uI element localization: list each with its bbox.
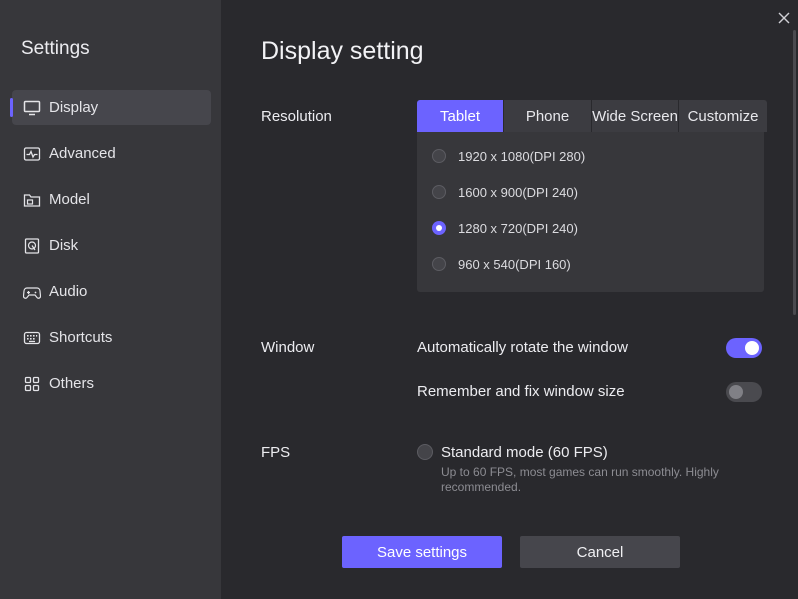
resolution-option-label: 1920 x 1080(DPI 280) xyxy=(458,148,586,164)
sidebar-item-disk[interactable]: Disk xyxy=(12,228,211,263)
sidebar-item-display[interactable]: Display xyxy=(10,90,211,125)
auto-rotate-label: Automatically rotate the window xyxy=(417,339,628,356)
fix-window-size-toggle[interactable] xyxy=(726,382,762,402)
resolution-option[interactable]: 960 x 540(DPI 160) xyxy=(432,254,571,274)
monitor-icon xyxy=(23,99,41,117)
resolution-label: Resolution xyxy=(261,108,332,125)
sidebar-title: Settings xyxy=(21,38,90,59)
fps-description: Up to 60 FPS, most games can run smoothl… xyxy=(441,465,719,494)
fix-window-size-label: Remember and fix window size xyxy=(417,383,625,400)
window-label: Window xyxy=(261,339,315,356)
tab-phone[interactable]: Phone xyxy=(503,100,591,132)
sidebar-item-others[interactable]: Others xyxy=(12,366,211,401)
sidebar-item-audio[interactable]: Audio xyxy=(12,274,211,309)
auto-rotate-toggle[interactable] xyxy=(726,338,762,358)
keyboard-icon xyxy=(23,329,41,347)
radio-button[interactable] xyxy=(432,149,446,163)
cancel-button[interactable]: Cancel xyxy=(520,536,680,568)
fps-option-label: Standard mode (60 FPS) xyxy=(441,443,608,461)
tab-wide-screen[interactable]: Wide Screen xyxy=(591,100,678,132)
sidebar-item-model[interactable]: Model xyxy=(12,182,211,217)
folder-icon xyxy=(23,191,41,209)
radio-button[interactable] xyxy=(417,444,433,460)
scrollbar[interactable] xyxy=(793,30,796,315)
resolution-option[interactable]: 1280 x 720(DPI 240) xyxy=(432,218,578,238)
sidebar-item-label: Others xyxy=(49,375,95,392)
sidebar-item-label: Audio xyxy=(49,283,88,300)
sidebar-item-label: Shortcuts xyxy=(49,329,113,346)
close-icon[interactable] xyxy=(776,10,792,26)
page-title: Display setting xyxy=(261,37,424,65)
sidebar: Settings Display Advanced Model Disk Aud… xyxy=(0,0,221,599)
resolution-option[interactable]: 1920 x 1080(DPI 280) xyxy=(432,146,585,166)
sidebar-item-label: Advanced xyxy=(49,145,116,162)
gamepad-icon xyxy=(23,283,41,301)
disk-icon xyxy=(23,237,41,255)
resolution-option-label: 960 x 540(DPI 160) xyxy=(458,256,571,272)
sidebar-item-label: Model xyxy=(49,191,90,208)
resolution-tabs: Tablet Phone Wide Screen Customize xyxy=(417,100,767,132)
grid-icon xyxy=(23,375,41,393)
radio-button[interactable] xyxy=(432,257,446,271)
save-button[interactable]: Save settings xyxy=(342,536,502,568)
fps-option[interactable]: Standard mode (60 FPS) xyxy=(417,442,608,462)
resolution-option-label: 1600 x 900(DPI 240) xyxy=(458,184,578,200)
toggle-knob xyxy=(745,341,759,355)
tab-customize[interactable]: Customize xyxy=(678,100,767,132)
radio-button-checked[interactable] xyxy=(432,221,446,235)
resolution-option-label: 1280 x 720(DPI 240) xyxy=(458,220,578,236)
sidebar-item-label: Disk xyxy=(49,237,79,254)
pulse-icon xyxy=(23,145,41,163)
fps-label: FPS xyxy=(261,444,291,461)
radio-button[interactable] xyxy=(432,185,446,199)
toggle-knob xyxy=(729,385,743,399)
sidebar-item-shortcuts[interactable]: Shortcuts xyxy=(12,320,211,355)
sidebar-item-label: Display xyxy=(49,99,99,116)
resolution-option[interactable]: 1600 x 900(DPI 240) xyxy=(432,182,578,202)
tab-tablet[interactable]: Tablet xyxy=(417,100,503,132)
sidebar-item-advanced[interactable]: Advanced xyxy=(12,136,211,171)
